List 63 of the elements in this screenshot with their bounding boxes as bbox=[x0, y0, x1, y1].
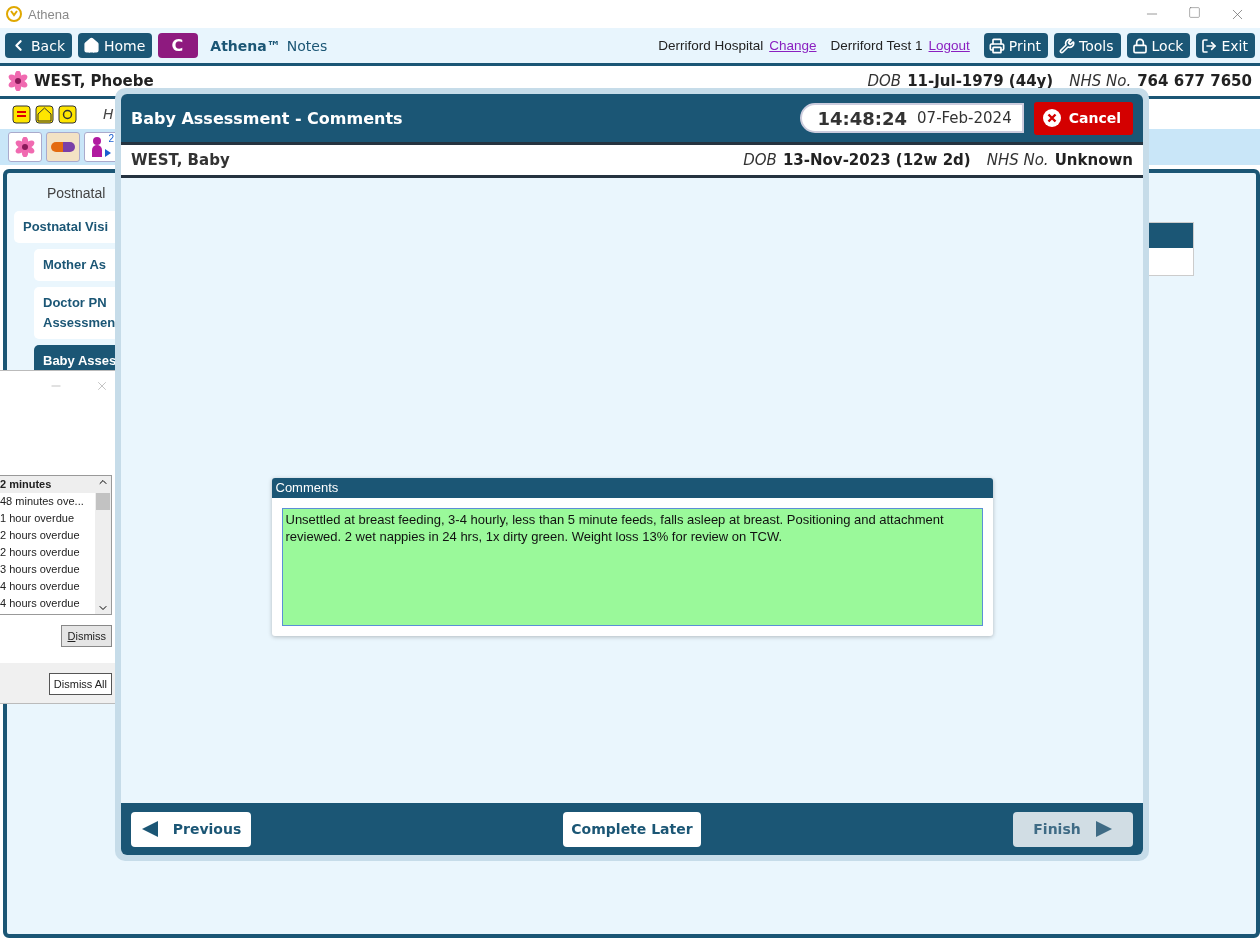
tools-button[interactable]: Tools bbox=[1054, 33, 1121, 58]
lock-button[interactable]: Lock bbox=[1126, 33, 1191, 58]
time-text: 14:48:24 bbox=[817, 107, 908, 129]
dob-label: DOB bbox=[867, 72, 902, 90]
home-icon bbox=[83, 37, 100, 54]
flower-button[interactable] bbox=[8, 132, 42, 162]
baby-name: WEST, Baby bbox=[131, 151, 230, 169]
dob-label: DOB bbox=[743, 151, 777, 169]
alert-hand-icon[interactable] bbox=[12, 104, 31, 124]
wrench-icon bbox=[1059, 37, 1076, 54]
scrollbar-thumb[interactable] bbox=[96, 493, 110, 510]
nhs-label: NHS No. bbox=[986, 151, 1049, 169]
nhs-value: 764 677 7650 bbox=[1137, 72, 1252, 90]
flower-icon bbox=[15, 137, 35, 157]
sidebar-heading: Postnatal bbox=[47, 185, 107, 201]
dialog-title: Baby Assessment - Comments bbox=[131, 108, 403, 128]
change-link[interactable]: Change bbox=[769, 38, 817, 53]
complete-later-button[interactable]: Complete Later bbox=[563, 811, 701, 847]
close-circle-icon bbox=[1041, 108, 1062, 128]
dob-value: 13-Nov-2023 (12w 2d) bbox=[782, 151, 971, 169]
dismiss-button[interactable]: Dismiss bbox=[61, 625, 112, 647]
dob-value: 11-Jul-1979 (44y) bbox=[907, 72, 1054, 90]
medication-button[interactable] bbox=[46, 132, 80, 162]
right-triangle-icon bbox=[1094, 820, 1113, 838]
location-text: Derriford Hospital bbox=[658, 38, 764, 53]
comments-field[interactable]: Unsettled at breast feeding, 3-4 hourly, less than 5 minute feeds, falls asleep at breast. Positioning and attachment reviewed. 2 wet nappies in 24 hrs, 1x dirty green. Weight loss 13% for review on TCW. bbox=[281, 508, 983, 626]
app-logo-icon bbox=[6, 6, 22, 22]
logout-link[interactable]: Logout bbox=[928, 38, 970, 53]
clinical-button[interactable]: C bbox=[158, 33, 199, 58]
baby-button[interactable]: 2 bbox=[84, 132, 118, 162]
window-title: Athena bbox=[28, 6, 70, 22]
print-button[interactable]: Print bbox=[983, 33, 1049, 58]
scrollbar[interactable] bbox=[95, 476, 111, 614]
settings-icon[interactable] bbox=[58, 104, 77, 124]
left-triangle-icon bbox=[140, 820, 159, 838]
app-name: Notes bbox=[286, 37, 328, 54]
reminder-item[interactable]: 2 minutes bbox=[0, 476, 95, 493]
app-brand: Athena™ bbox=[210, 37, 281, 54]
back-button[interactable]: Back bbox=[5, 33, 72, 58]
cancel-button[interactable]: Cancel bbox=[1033, 101, 1133, 135]
sidebar-item[interactable]: Doctor PN Assessmen bbox=[34, 287, 115, 339]
nhs-label: NHS No. bbox=[1069, 72, 1132, 90]
patient-name: WEST, Phoebe bbox=[34, 72, 154, 90]
person-icon bbox=[90, 135, 112, 159]
comments-header: Comments bbox=[271, 478, 993, 498]
maximize-icon[interactable] bbox=[1188, 5, 1201, 19]
flower-icon bbox=[8, 71, 28, 91]
previous-button[interactable]: Previous bbox=[131, 811, 251, 847]
home-button[interactable]: Home bbox=[78, 33, 153, 58]
date-text: 07-Feb-2024 bbox=[917, 109, 1012, 127]
lock-icon bbox=[1131, 37, 1148, 54]
sidebar-item[interactable]: Postnatal Visi bbox=[14, 211, 115, 243]
capsule-icon bbox=[50, 141, 76, 153]
dismiss-all-button[interactable]: Dismiss All bbox=[48, 673, 112, 695]
user-text: Derriford Test 1 bbox=[830, 38, 923, 53]
exit-icon bbox=[1201, 37, 1218, 54]
help-house-icon[interactable] bbox=[35, 104, 54, 124]
exit-button[interactable]: Exit bbox=[1196, 33, 1255, 58]
info-text: H bbox=[103, 106, 114, 122]
printer-icon bbox=[988, 37, 1005, 54]
nhs-value: Unknown bbox=[1054, 151, 1133, 169]
count-label: 2 bbox=[108, 133, 114, 144]
sidebar-item[interactable]: Mother As bbox=[34, 249, 115, 281]
